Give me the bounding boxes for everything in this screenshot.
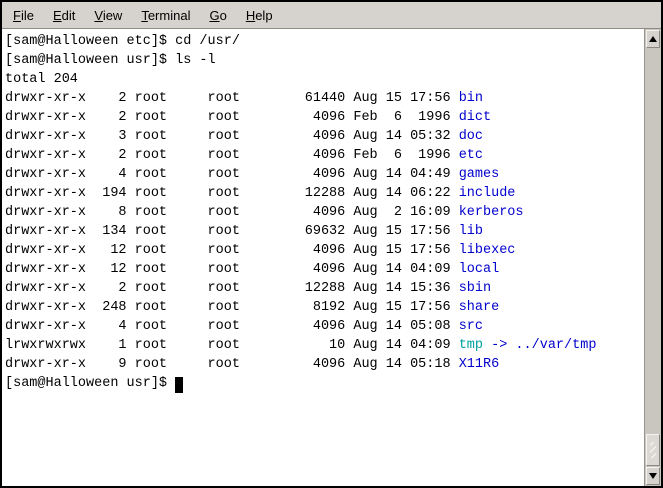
triangle-up-icon: [649, 36, 657, 42]
terminal-line: drwxr-xr-x 194 root root 12288 Aug 14 06…: [5, 184, 644, 203]
terminal-text: [483, 338, 491, 353]
file-attributes: drwxr-xr-x 2 root root 61440 Aug 15 17:5…: [5, 91, 459, 106]
prompt-command: [sam@Halloween etc]$ cd /usr/: [5, 34, 240, 49]
menu-bar: File Edit View Terminal Go Help: [2, 2, 661, 29]
terminal-line: drwxr-xr-x 134 root root 69632 Aug 15 17…: [5, 222, 644, 241]
symlink-target: -> ../var/tmp: [491, 338, 596, 353]
file-name: X11R6: [459, 357, 500, 372]
file-attributes: drwxr-xr-x 4 root root 4096 Aug 14 04:49: [5, 167, 459, 182]
terminal-line: drwxr-xr-x 2 root root 4096 Feb 6 1996 e…: [5, 146, 644, 165]
terminal-output[interactable]: [sam@Halloween etc]$ cd /usr/ [sam@Hallow…: [2, 29, 644, 486]
file-name: dict: [459, 110, 491, 125]
terminal-line: drwxr-xr-x 2 root root 12288 Aug 14 15:3…: [5, 279, 644, 298]
terminal-line: drwxr-xr-x 3 root root 4096 Aug 14 05:32…: [5, 127, 644, 146]
menu-item-edit[interactable]: Edit: [45, 4, 83, 27]
file-name: lib: [459, 224, 483, 239]
menu-item-go[interactable]: Go: [201, 4, 234, 27]
terminal-line: drwxr-xr-x 12 root root 4096 Aug 14 04:0…: [5, 260, 644, 279]
terminal-line: drwxr-xr-x 2 root root 61440 Aug 15 17:5…: [5, 89, 644, 108]
terminal-line: drwxr-xr-x 248 root root 8192 Aug 15 17:…: [5, 298, 644, 317]
terminal-window: File Edit View Terminal Go Help [sam@Hal…: [0, 0, 663, 488]
terminal-line: drwxr-xr-x 9 root root 4096 Aug 14 05:18…: [5, 355, 644, 374]
menu-item-view[interactable]: View: [86, 4, 130, 27]
file-name: include: [459, 186, 516, 201]
terminal-line: drwxr-xr-x 4 root root 4096 Aug 14 04:49…: [5, 165, 644, 184]
file-name: etc: [459, 148, 483, 163]
file-name: bin: [459, 91, 483, 106]
scrollbar-thumb[interactable]: [646, 434, 660, 466]
menu-item-file[interactable]: File: [5, 4, 42, 27]
file-attributes: drwxr-xr-x 2 root root 12288 Aug 14 15:3…: [5, 281, 459, 296]
total-line: total 204: [5, 72, 78, 87]
terminal-line: lrwxrwxrwx 1 root root 10 Aug 14 04:09 t…: [5, 336, 644, 355]
terminal-line: total 204: [5, 70, 644, 89]
terminal-line: [sam@Halloween usr]$: [5, 374, 644, 393]
file-name: src: [459, 319, 483, 334]
terminal-line: [sam@Halloween etc]$ cd /usr/: [5, 32, 644, 51]
file-name: kerberos: [459, 205, 524, 220]
file-attributes: drwxr-xr-x 12 root root 4096 Aug 15 17:5…: [5, 243, 459, 258]
file-attributes: drwxr-xr-x 9 root root 4096 Aug 14 05:18: [5, 357, 459, 372]
file-name: local: [459, 262, 500, 277]
file-attributes: lrwxrwxrwx 1 root root 10 Aug 14 04:09: [5, 338, 459, 353]
terminal-line: drwxr-xr-x 8 root root 4096 Aug 2 16:09 …: [5, 203, 644, 222]
menu-item-help[interactable]: Help: [238, 4, 281, 27]
file-attributes: drwxr-xr-x 4 root root 4096 Aug 14 05:08: [5, 319, 459, 334]
file-attributes: drwxr-xr-x 248 root root 8192 Aug 15 17:…: [5, 300, 459, 315]
file-attributes: drwxr-xr-x 2 root root 4096 Feb 6 1996: [5, 148, 459, 163]
file-attributes: drwxr-xr-x 194 root root 12288 Aug 14 06…: [5, 186, 459, 201]
file-name: tmp: [459, 338, 483, 353]
menu-item-terminal[interactable]: Terminal: [133, 4, 198, 27]
terminal-line: drwxr-xr-x 12 root root 4096 Aug 15 17:5…: [5, 241, 644, 260]
terminal-line: [sam@Halloween usr]$ ls -l: [5, 51, 644, 70]
file-name: games: [459, 167, 500, 182]
file-attributes: drwxr-xr-x 134 root root 69632 Aug 15 17…: [5, 224, 459, 239]
prompt-command: [sam@Halloween usr]$ ls -l: [5, 53, 216, 68]
file-attributes: drwxr-xr-x 12 root root 4096 Aug 14 04:0…: [5, 262, 459, 277]
file-name: sbin: [459, 281, 491, 296]
scrollbar[interactable]: [644, 29, 661, 486]
file-name: doc: [459, 129, 483, 144]
file-attributes: drwxr-xr-x 3 root root 4096 Aug 14 05:32: [5, 129, 459, 144]
file-attributes: drwxr-xr-x 8 root root 4096 Aug 2 16:09: [5, 205, 459, 220]
file-name: libexec: [459, 243, 516, 258]
scroll-up-button[interactable]: [646, 30, 660, 48]
terminal-line: drwxr-xr-x 2 root root 4096 Feb 6 1996 d…: [5, 108, 644, 127]
file-name: share: [459, 300, 500, 315]
terminal-cursor: [175, 377, 183, 393]
terminal-line: drwxr-xr-x 4 root root 4096 Aug 14 05:08…: [5, 317, 644, 336]
file-attributes: drwxr-xr-x 2 root root 4096 Feb 6 1996: [5, 110, 459, 125]
shell-prompt: [sam@Halloween usr]$: [5, 376, 175, 391]
scroll-down-button[interactable]: [646, 467, 660, 485]
triangle-down-icon: [649, 473, 657, 479]
